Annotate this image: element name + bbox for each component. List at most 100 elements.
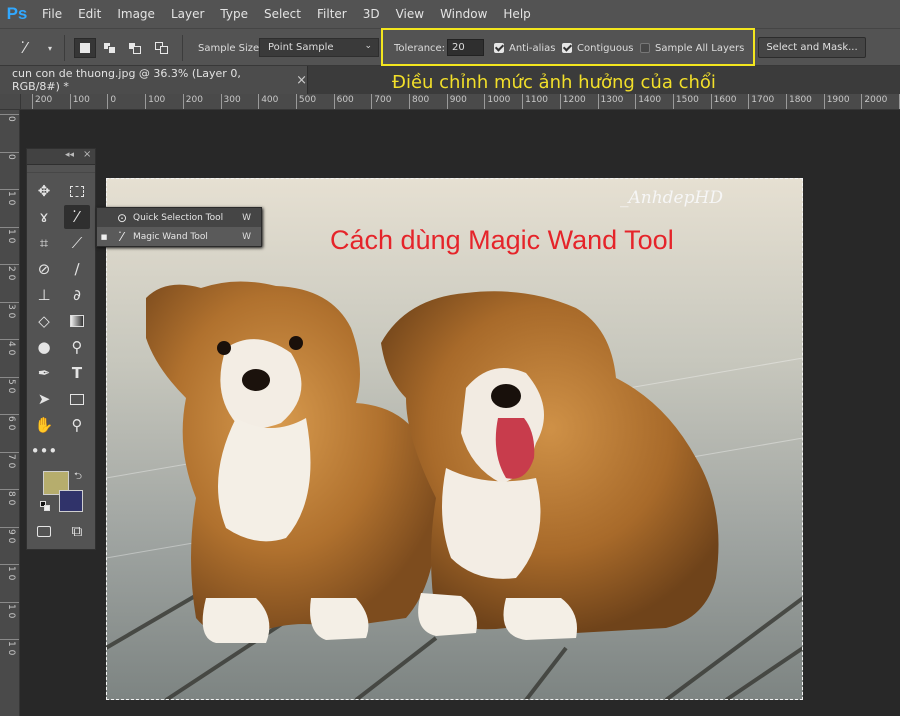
ruler-tick-label: 6 0: [6, 416, 16, 431]
shortcut-label: W: [242, 212, 251, 223]
menu-view[interactable]: View: [388, 0, 432, 28]
ruler-tick-label: 400: [261, 95, 279, 105]
intersect-with-selection-button[interactable]: [151, 38, 173, 58]
eyedropper-tool-icon[interactable]: ⟋: [64, 231, 90, 255]
brush-tool-icon[interactable]: ∕: [64, 257, 90, 281]
gradient-tool-icon[interactable]: [64, 309, 90, 333]
document-tab[interactable]: cun con de thuong.jpg @ 36.3% (Layer 0, …: [0, 66, 308, 94]
menu-help[interactable]: Help: [495, 0, 538, 28]
quick-selection-tool-icon: ⊙: [116, 210, 128, 225]
ruler-tick: 0: [0, 114, 19, 122]
path-selection-tool-icon[interactable]: ➤: [31, 387, 57, 411]
menu-layer[interactable]: Layer: [163, 0, 212, 28]
ruler-tick-label: 100: [148, 95, 166, 105]
document-tab-title: cun con de thuong.jpg @ 36.3% (Layer 0, …: [12, 67, 241, 93]
menu-image[interactable]: Image: [109, 0, 163, 28]
tool-preset-chevron-down-icon[interactable]: ▾: [48, 29, 52, 67]
eraser-tool-icon[interactable]: ◇: [31, 309, 57, 333]
menu-bar: Ps File Edit Image Layer Type Select Fil…: [0, 0, 900, 28]
close-icon[interactable]: ×: [296, 73, 307, 88]
ruler-tick: 6 0: [0, 414, 19, 430]
subtract-selection-icon: [128, 42, 142, 54]
ruler-tick: 7 0: [0, 451, 19, 468]
add-to-selection-button[interactable]: [99, 38, 121, 58]
ruler-tick-label: 1700: [751, 95, 775, 105]
menu-window[interactable]: Window: [432, 0, 495, 28]
ruler-tick: 1 0: [0, 639, 19, 655]
menu-edit[interactable]: Edit: [70, 0, 109, 28]
new-selection-button[interactable]: [74, 38, 96, 58]
active-bullet-icon: ■: [100, 232, 108, 241]
ruler-tick-label: 1 0: [6, 228, 16, 243]
image-caption: Cách dùng Magic Wand Tool: [330, 225, 674, 255]
rectangular-marquee-tool-icon[interactable]: [64, 179, 90, 203]
ruler-tick-label: 1000: [487, 95, 511, 105]
ruler-tick-label: 1300: [600, 95, 624, 105]
collapse-panel-icon[interactable]: ◂◂: [65, 150, 74, 160]
type-tool-icon[interactable]: T: [64, 361, 90, 385]
ruler-tick: 1000: [484, 94, 510, 109]
background-color-swatch[interactable]: [59, 490, 83, 512]
ruler-tick: 1100: [522, 94, 548, 109]
screen-mode-icon[interactable]: ⧉: [64, 519, 90, 543]
sample-size-select[interactable]: Point Sample ⌄: [259, 38, 379, 57]
magic-wand-tool-icon[interactable]: ⁄̇: [64, 205, 90, 229]
menu-filter[interactable]: Filter: [309, 0, 355, 28]
history-brush-tool-icon[interactable]: ∂: [64, 283, 90, 307]
blur-tool-icon[interactable]: ●: [31, 335, 57, 359]
ruler-tick: 500: [295, 94, 316, 109]
default-colors-icon[interactable]: [40, 501, 50, 511]
intersect-selection-icon: [155, 42, 169, 54]
menu-select[interactable]: Select: [256, 0, 309, 28]
zoom-tool-icon[interactable]: ⚲: [64, 413, 90, 437]
ruler-tick: 9 0: [0, 526, 19, 543]
flyout-item-label: Quick Selection Tool: [133, 212, 224, 223]
vertical-ruler[interactable]: 0 0 1 0 1 0 2 0 3 0 4 0 5 0 6 0 7 0 8 0 9 0 1 0 1 0 1 …: [0, 110, 20, 716]
rectangle-tool-icon[interactable]: [64, 387, 90, 411]
selection-tools-flyout: ⊙ Quick Selection Tool W ■ ⁄̇ Magic Wand…: [96, 207, 262, 247]
lasso-tool-icon[interactable]: ɤ: [31, 205, 57, 229]
swap-colors-icon[interactable]: ⮌: [74, 469, 82, 486]
ruler-tick: 400: [258, 94, 278, 109]
flyout-item-quick-selection[interactable]: ⊙ Quick Selection Tool W: [97, 208, 261, 227]
pen-tool-icon[interactable]: ✒: [31, 361, 57, 385]
ruler-tick-label: 9 0: [6, 528, 16, 543]
ruler-tick-label: 1 0: [6, 566, 16, 581]
dodge-tool-icon[interactable]: ⚲: [64, 335, 90, 359]
ruler-tick-label: 1500: [675, 95, 699, 105]
clone-stamp-tool-icon[interactable]: ⊥: [31, 283, 57, 307]
close-panel-icon[interactable]: ×: [83, 149, 91, 160]
flyout-item-magic-wand[interactable]: ■ ⁄̇ Magic Wand Tool W: [97, 227, 261, 246]
add-selection-icon: [103, 42, 117, 54]
watermark-text: _AnhdepHD: [620, 188, 723, 208]
menu-3d[interactable]: 3D: [355, 0, 388, 28]
document-image[interactable]: [106, 178, 803, 700]
panel-grip[interactable]: [27, 165, 95, 173]
ruler-corner: [0, 94, 21, 110]
ruler-tick: 1400: [635, 94, 661, 109]
ruler-tick: 8 0: [0, 489, 19, 505]
ruler-tick: 1 0: [0, 189, 19, 205]
ruler-tick-label: 800: [412, 95, 430, 105]
horizontal-ruler[interactable]: 200 100 0 100 200 300 400 500 600 700 800 900 1000 11…: [21, 94, 900, 110]
crop-tool-icon[interactable]: ⌗: [31, 231, 57, 255]
quick-mask-icon[interactable]: [31, 519, 57, 543]
ruler-tick: 600: [333, 94, 354, 109]
annotation-highlight-box: [381, 28, 755, 66]
hand-tool-icon[interactable]: ✋: [31, 413, 57, 437]
menu-type[interactable]: Type: [212, 0, 256, 28]
ruler-tick: 1700: [748, 94, 774, 109]
ruler-tick-label: 0: [110, 95, 117, 105]
ruler-tick-label: 700: [374, 95, 392, 105]
subtract-from-selection-button[interactable]: [124, 38, 146, 58]
select-and-mask-button[interactable]: Select and Mask...: [758, 37, 866, 58]
ruler-tick-label: 0: [6, 116, 16, 122]
ruler-tick: 0: [107, 94, 116, 109]
more-tools-icon[interactable]: •••: [31, 439, 58, 463]
healing-brush-tool-icon[interactable]: ⊘: [31, 257, 57, 281]
menu-file[interactable]: File: [34, 0, 70, 28]
ruler-tick: 1900: [823, 94, 850, 109]
move-tool-icon[interactable]: ✥: [31, 179, 57, 203]
ruler-tick: 1 0: [0, 226, 19, 243]
tool-preset-magic-wand-icon[interactable]: ⁄̇: [24, 29, 27, 67]
